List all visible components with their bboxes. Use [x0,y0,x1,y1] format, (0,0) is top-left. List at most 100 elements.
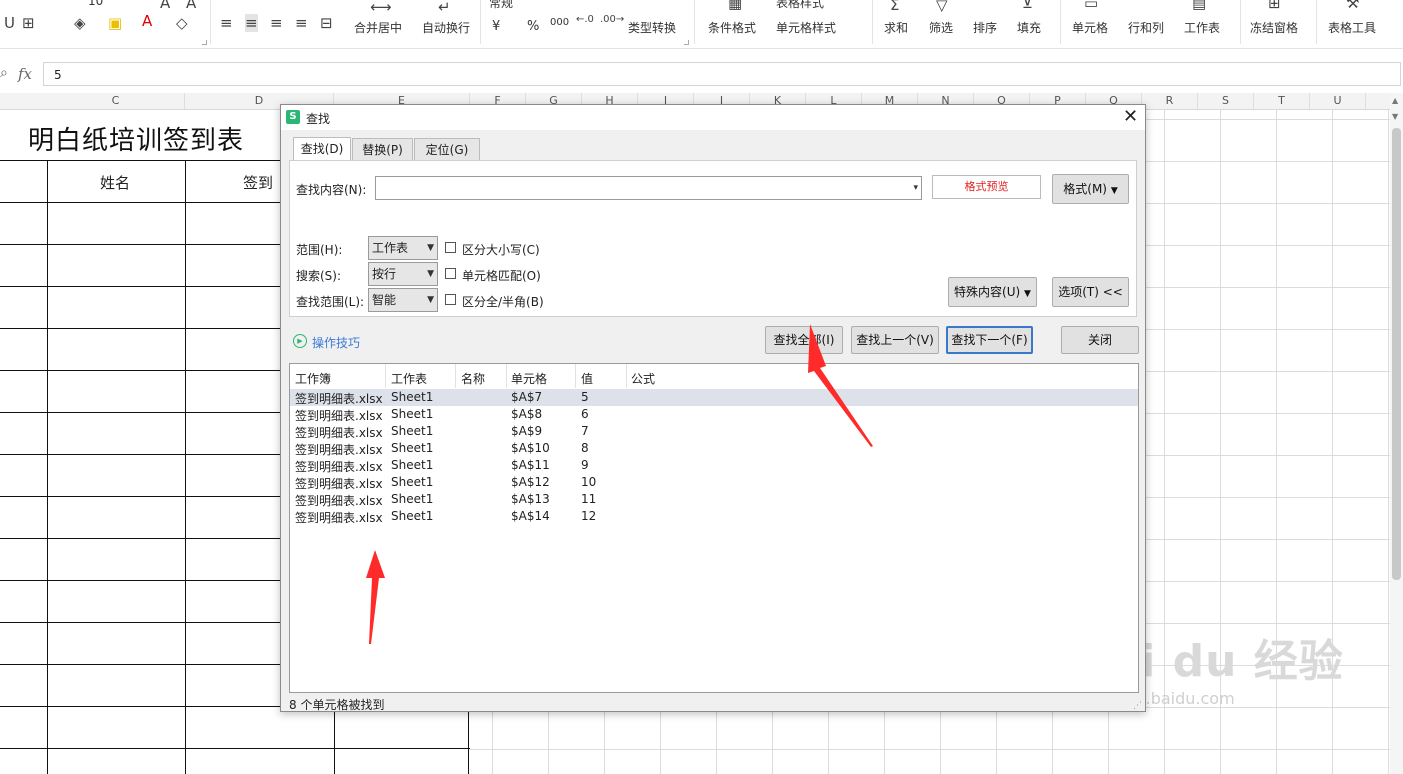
cell-style-button[interactable]: 单元格样式 [776,19,836,36]
freeze-panes-button[interactable]: 冻结窗格 [1250,19,1298,36]
border-icon[interactable]: ⊞ [22,14,35,32]
header-name-cell[interactable]: 姓名 [100,172,130,193]
col-header-sheet[interactable]: 工作表 [391,370,427,387]
scroll-down-icon[interactable]: ▼ [1392,112,1398,121]
result-sheet-cell: Sheet1 [391,424,434,438]
resize-grip-icon[interactable]: ⋰ [1133,701,1142,711]
find-next-button[interactable]: 查找下一个(F) [946,326,1033,354]
result-row[interactable]: 签到明细表.xlsx Sheet1 $A$10 8 [290,440,1138,457]
column-header-c[interactable]: C [47,93,185,109]
scrollbar-thumb[interactable] [1392,128,1401,580]
annotation-arrow-find-all [808,324,873,447]
font-color-icon[interactable]: A [142,12,152,30]
cell-button[interactable]: 单元格 [1072,19,1108,36]
number-format-select[interactable]: 常规 [489,0,513,11]
underline-icon[interactable]: U [4,14,15,32]
filter-button[interactable]: 筛选 [929,19,953,36]
result-value-cell: 8 [581,441,589,455]
col-header-workbook[interactable]: 工作簿 [295,370,331,387]
sum-button[interactable]: 求和 [884,19,908,36]
format-button[interactable]: 格式(M) ▼ [1052,174,1129,204]
wrap-text-button[interactable]: 自动换行 [422,19,470,36]
cond-format-button[interactable]: 条件格式 [708,19,756,36]
scope-select[interactable]: 工作表 ▼ [368,236,438,260]
fx-icon[interactable]: fx [18,65,32,83]
tab-find[interactable]: 查找(D) [293,137,351,161]
tab-goto[interactable]: 定位(G) [414,138,480,160]
align-right-icon[interactable]: ≡ [270,14,283,32]
result-row[interactable]: 签到明细表.xlsx Sheet1 $A$13 11 [290,491,1138,508]
match-width-checkbox[interactable] [445,294,456,305]
highlight-icon[interactable]: ▣ [108,14,122,32]
decrease-decimal-icon[interactable]: .00→ [600,14,624,25]
header-sign-cell[interactable]: 签到 [243,172,273,193]
tab-replace[interactable]: 替换(P) [352,138,413,160]
col-header-name[interactable]: 名称 [461,370,485,387]
increase-decimal-icon[interactable]: ←.0 [576,14,594,25]
merge-center-button[interactable]: 合并居中 [354,19,402,36]
wrap-icon: ↵ [438,0,451,16]
search-order-select[interactable]: 按行 ▼ [368,262,438,286]
align-center-icon[interactable]: ≡ [245,14,258,32]
chevron-down-icon[interactable]: ▾ [913,177,918,199]
match-width-label[interactable]: 区分全/半角(B) [462,293,544,310]
formula-input[interactable]: 5 [43,62,1401,86]
options-button[interactable]: 选项(T) << [1052,277,1129,307]
lookin-select[interactable]: 智能 ▼ [368,288,438,312]
currency-button[interactable]: ¥ [492,19,500,34]
column-header-u[interactable]: U [1310,93,1366,109]
column-header-t[interactable]: T [1254,93,1310,109]
column-header-s[interactable]: S [1198,93,1254,109]
find-content-input[interactable]: ▾ [375,176,922,200]
result-row[interactable]: 签到明细表.xlsx Sheet1 $A$8 6 [290,406,1138,423]
col-header-cell[interactable]: 单元格 [511,370,547,387]
match-cell-checkbox[interactable] [445,268,456,279]
result-row[interactable]: 签到明细表.xlsx Sheet1 $A$7 5 [290,389,1138,406]
result-row[interactable]: 签到明细表.xlsx Sheet1 $A$9 7 [290,423,1138,440]
close-icon[interactable]: ✕ [1123,107,1138,127]
thousands-button[interactable]: 000 [550,17,569,28]
distributed-icon[interactable]: ⊟ [320,14,333,32]
lookin-value: 智能 [372,293,397,307]
match-case-label[interactable]: 区分大小写(C) [462,241,540,258]
table-style-button[interactable]: 表格样式 [776,0,824,11]
type-convert-button[interactable]: 类型转换 [628,19,676,36]
font-group-launcher[interactable] [202,40,207,45]
col-header-value[interactable]: 值 [581,370,593,387]
font-grow-icon[interactable]: A [160,0,170,12]
row-col-button[interactable]: 行和列 [1128,19,1164,36]
sort-button[interactable]: 排序 [973,19,997,36]
result-row[interactable]: 签到明细表.xlsx Sheet1 $A$14 12 [290,508,1138,525]
match-cell-label[interactable]: 单元格匹配(O) [462,267,541,284]
column-header-r[interactable]: R [1142,93,1198,109]
font-size-box[interactable]: 10 [88,0,103,8]
number-group-launcher[interactable] [684,40,689,45]
table-tools-button[interactable]: 表格工具 [1328,19,1376,36]
eraser-icon[interactable]: ◇ [176,14,188,32]
results-list[interactable]: 工作簿 工作表 名称 单元格 值 公式 签到明细表.xlsx Sheet1 $A$7… [289,363,1139,693]
worksheet-button[interactable]: 工作表 [1184,19,1220,36]
zoom-search-icon[interactable]: ⌕ [0,65,8,81]
fill-color-icon[interactable]: ◈ [74,14,86,32]
special-content-button[interactable]: 特殊内容(U) ▼ [948,277,1037,307]
tips-link[interactable]: 操作技巧 [312,334,360,351]
close-button[interactable]: 关闭 [1061,326,1139,354]
font-shrink-icon[interactable]: A [186,0,196,12]
result-row[interactable]: 签到明细表.xlsx Sheet1 $A$11 9 [290,457,1138,474]
match-case-checkbox[interactable] [445,242,456,253]
fill-button[interactable]: 填充 [1017,19,1041,36]
result-book-cell: 签到明细表.xlsx [295,460,383,474]
result-value-cell: 11 [581,492,597,506]
col-header-formula[interactable]: 公式 [631,370,655,387]
result-row[interactable]: 签到明细表.xlsx Sheet1 $A$12 10 [290,474,1138,491]
ribbon-separator [210,0,211,44]
justify-icon[interactable]: ≡ [295,14,308,32]
result-sheet-cell: Sheet1 [391,475,434,489]
dialog-titlebar[interactable]: S 查找 ✕ [281,105,1145,130]
header-divider [506,364,507,388]
ribbon-separator [872,0,873,44]
align-left-icon[interactable]: ≡ [220,14,233,32]
percent-button[interactable]: % [527,19,539,34]
scroll-up-icon[interactable]: ▲ [1392,96,1398,105]
play-icon[interactable]: ▶ [293,334,307,348]
